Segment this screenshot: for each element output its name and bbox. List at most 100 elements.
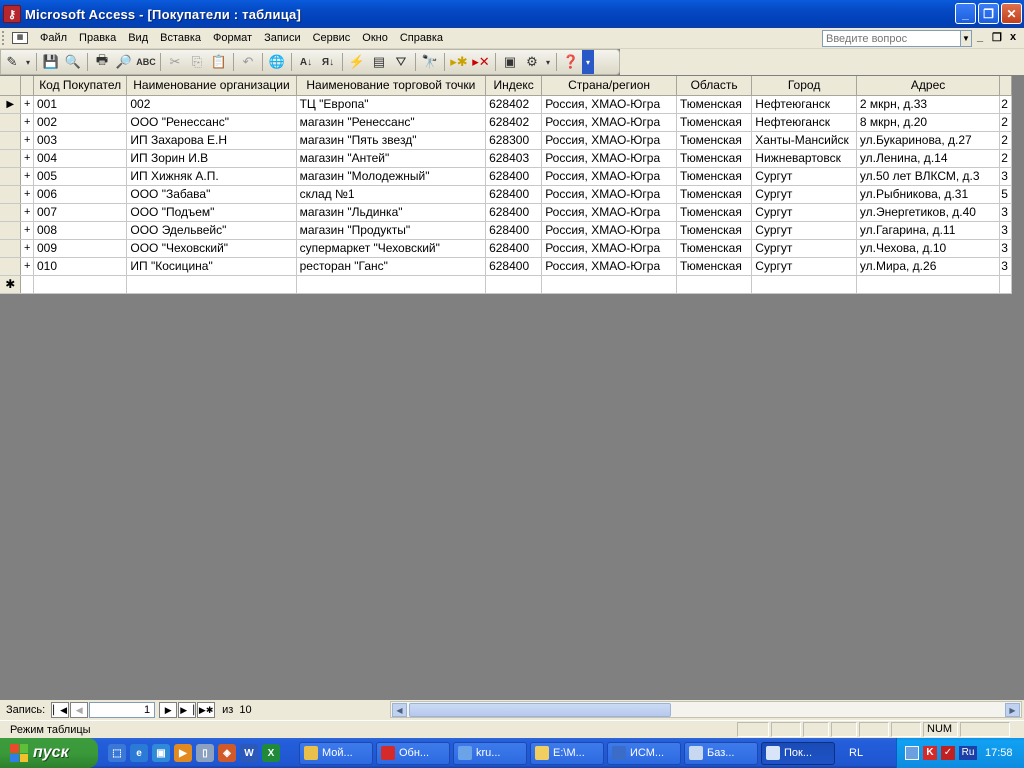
menu-insert[interactable]: Вставка	[154, 32, 207, 44]
table-row[interactable]: +005 ИП Хижняк А.П. магазин "Молодежный" 62…	[0, 167, 1012, 186]
doc-restore-button[interactable]: ❐	[992, 31, 1002, 44]
menu-edit[interactable]: Правка	[73, 32, 122, 44]
row-selector[interactable]	[0, 167, 22, 186]
cell-country[interactable]: Россия, ХМАО-Югра	[541, 221, 677, 240]
taskbar-button[interactable]: ИСМ...	[607, 741, 681, 765]
cell-org[interactable]: ООО "Ренессанс"	[126, 113, 297, 132]
col-header-index[interactable]: Индекс	[485, 76, 543, 96]
cell-code[interactable]: 002	[33, 113, 128, 132]
cell-code[interactable]: 006	[33, 185, 128, 204]
cell-index[interactable]: 628400	[485, 167, 543, 186]
cell-outlet[interactable]: склад №1	[296, 185, 487, 204]
cell-region[interactable]: Тюменская	[676, 95, 753, 114]
expand-subdatasheet-icon[interactable]: +	[20, 239, 34, 258]
col-header-org[interactable]: Наименование организации	[126, 76, 297, 96]
cell-country[interactable]: Россия, ХМАО-Югра	[541, 203, 677, 222]
row-selector[interactable]	[0, 221, 22, 240]
menu-tools[interactable]: Сервис	[307, 32, 357, 44]
menu-view[interactable]: Вид	[122, 32, 154, 44]
copy-icon[interactable]: ⎘	[186, 51, 208, 73]
table-row[interactable]: +009 ООО "Чеховский" супермаркет "Чеховски…	[0, 239, 1012, 258]
cell-next[interactable]: 3	[999, 257, 1012, 276]
menu-format[interactable]: Формат	[207, 32, 258, 44]
cell-index[interactable]: 628400	[485, 203, 543, 222]
new-row-cell[interactable]	[296, 275, 487, 294]
taskbar-button[interactable]: Пок...	[761, 741, 835, 765]
col-header-code[interactable]: Код Покупател	[33, 76, 128, 96]
cell-org[interactable]: ООО "Подъем"	[126, 203, 297, 222]
expand-subdatasheet-icon[interactable]: +	[20, 149, 34, 168]
cell-address[interactable]: 2 мкрн, д.33	[856, 95, 1001, 114]
taskbar-button[interactable]: Обн...	[376, 741, 450, 765]
taskbar-button[interactable]: Мой...	[299, 741, 373, 765]
cell-outlet[interactable]: магазин "Молодежный"	[296, 167, 487, 186]
table-row[interactable]: +010 ИП "Косицина" ресторан "Ганс" 628400 Ро…	[0, 257, 1012, 276]
col-header-next[interactable]	[999, 76, 1012, 96]
cell-code[interactable]: 009	[33, 239, 128, 258]
cell-region[interactable]: Тюменская	[676, 185, 753, 204]
new-object-icon[interactable]: ⚙	[521, 51, 543, 73]
row-selector[interactable]	[0, 131, 22, 150]
cut-icon[interactable]: ✂	[164, 51, 186, 73]
cell-address[interactable]: ул.Чехова, д.10	[856, 239, 1001, 258]
save-icon[interactable]: 💾	[40, 51, 62, 73]
cell-address[interactable]: ул.Рыбникова, д.31	[856, 185, 1001, 204]
expand-subdatasheet-icon[interactable]: +	[20, 257, 34, 276]
cell-index[interactable]: 628400	[485, 239, 543, 258]
table-row[interactable]: +006 ООО "Забава" склад №1 628400 Россия, ХМ…	[0, 185, 1012, 204]
expand-subdatasheet-icon[interactable]: +	[20, 203, 34, 222]
cell-next[interactable]: 3	[999, 221, 1012, 240]
quicklaunch-media-icon[interactable]: ▶	[174, 744, 192, 762]
language-indicator[interactable]: RL	[849, 747, 863, 759]
table-row[interactable]: ▶ +001 002 ТЦ "Европа" 628402 Россия, ХМАО-Юг…	[0, 95, 1012, 114]
cell-region[interactable]: Тюменская	[676, 131, 753, 150]
cell-region[interactable]: Тюменская	[676, 221, 753, 240]
table-row[interactable]: +002 ООО "Ренессанс" магазин "Ренессанс" 62…	[0, 113, 1012, 132]
cell-city[interactable]: Сургут	[751, 185, 857, 204]
cell-index[interactable]: 628400	[485, 221, 543, 240]
next-record-button[interactable]: ▶	[159, 702, 178, 718]
expand-subdatasheet-icon[interactable]: +	[20, 167, 34, 186]
cell-region[interactable]: Тюменская	[676, 257, 753, 276]
cell-outlet[interactable]: ТЦ "Европа"	[296, 95, 487, 114]
row-selector[interactable]	[0, 257, 22, 276]
help-dropdown-icon[interactable]: ▼	[960, 30, 972, 47]
cell-address[interactable]: 8 мкрн, д.20	[856, 113, 1001, 132]
cell-city[interactable]: Сургут	[751, 203, 857, 222]
cell-index[interactable]: 628300	[485, 131, 543, 150]
cell-next[interactable]: 2	[999, 95, 1012, 114]
taskbar-button[interactable]: E:\М...	[530, 741, 604, 765]
row-selector[interactable]: ▶	[0, 95, 22, 114]
new-row-cell[interactable]	[751, 275, 857, 294]
close-button[interactable]: ✕	[1001, 3, 1022, 24]
prev-record-button[interactable]: ◀	[70, 702, 89, 718]
new-row-cell[interactable]	[676, 275, 753, 294]
cell-country[interactable]: Россия, ХМАО-Югра	[541, 239, 677, 258]
cell-address[interactable]: ул.Мира, д.26	[856, 257, 1001, 276]
quicklaunch-word-icon[interactable]: W	[240, 744, 258, 762]
cell-next[interactable]: 3	[999, 167, 1012, 186]
cell-next[interactable]: 2	[999, 113, 1012, 132]
cell-org[interactable]: ИП Хижняк А.П.	[126, 167, 297, 186]
sort-descending-icon[interactable]: Я↓	[317, 51, 339, 73]
quicklaunch-excel-icon[interactable]: X	[262, 744, 280, 762]
cell-code[interactable]: 004	[33, 149, 128, 168]
row-selector[interactable]	[0, 113, 22, 132]
scroll-right-icon[interactable]: ▶	[1005, 703, 1020, 717]
cell-index[interactable]: 628400	[485, 257, 543, 276]
cell-index[interactable]: 628400	[485, 185, 543, 204]
cell-city[interactable]: Нефтеюганск	[751, 95, 857, 114]
view-design-icon[interactable]: ✎	[1, 51, 23, 73]
network-icon[interactable]	[905, 746, 919, 760]
expand-subdatasheet-icon[interactable]: +	[20, 185, 34, 204]
cell-country[interactable]: Россия, ХМАО-Югра	[541, 167, 677, 186]
cell-country[interactable]: Россия, ХМАО-Югра	[541, 257, 677, 276]
menu-records[interactable]: Записи	[258, 32, 307, 44]
col-header-region[interactable]: Область	[676, 76, 753, 96]
doc-close-button[interactable]: x	[1010, 31, 1016, 43]
cell-next[interactable]: 5	[999, 185, 1012, 204]
cell-next[interactable]: 3	[999, 203, 1012, 222]
new-row-cell[interactable]	[126, 275, 297, 294]
record-number-input[interactable]	[89, 702, 156, 718]
cell-outlet[interactable]: магазин "Пять звезд"	[296, 131, 487, 150]
